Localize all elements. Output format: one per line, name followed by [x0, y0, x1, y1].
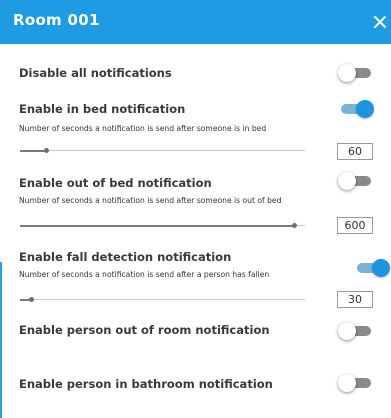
setting-label-in-bed: Enable in bed notification: [19, 102, 186, 116]
close-icon[interactable]: [373, 15, 387, 29]
slider-rail: [20, 150, 305, 151]
setting-label-out-of-bed: Enable out of bed notification: [19, 176, 212, 190]
toggle-disable-all[interactable]: [338, 64, 374, 82]
slider-fall-detection[interactable]: [20, 295, 305, 305]
slider-thumb[interactable]: [29, 297, 34, 302]
slider-thumb[interactable]: [292, 223, 297, 228]
setting-label-out-of-room: Enable person out of room notification: [19, 323, 270, 337]
toggle-out-of-room[interactable]: [338, 322, 374, 340]
setting-label-in-bathroom: Enable person in bathroom notification: [19, 377, 273, 391]
toggle-fall-detection[interactable]: [354, 259, 390, 277]
slider-fill: [20, 225, 294, 227]
left-accent-bar: [0, 262, 2, 418]
toggle-in-bathroom[interactable]: [338, 374, 374, 392]
toggle-knob: [372, 259, 390, 277]
slider-rail: [20, 299, 305, 300]
value-input-in-bed[interactable]: 60: [337, 143, 373, 160]
setting-label-fall-detection: Enable fall detection notification: [19, 250, 232, 264]
toggle-knob: [356, 100, 374, 118]
value-input-out-of-bed[interactable]: 600: [337, 217, 373, 234]
setting-description-fall-detection: Number of seconds a notification is send…: [19, 270, 270, 279]
slider-thumb[interactable]: [44, 148, 49, 153]
panel-header: Room 001: [0, 0, 391, 44]
toggle-knob: [338, 374, 356, 392]
toggle-out-of-bed[interactable]: [338, 172, 374, 190]
toggle-in-bed[interactable]: [338, 100, 374, 118]
toggle-knob: [338, 172, 356, 190]
slider-out-of-bed[interactable]: [20, 221, 305, 231]
room-settings-panel: Room 001 Disable all notifications Enabl…: [0, 0, 391, 418]
setting-description-in-bed: Number of seconds a notification is send…: [19, 124, 267, 133]
setting-description-out-of-bed: Number of seconds a notification is send…: [19, 196, 282, 205]
setting-label-disable-all: Disable all notifications: [19, 66, 172, 80]
page-title: Room 001: [13, 11, 100, 29]
slider-fill: [20, 150, 46, 152]
slider-in-bed[interactable]: [20, 146, 305, 156]
toggle-knob: [338, 322, 356, 340]
toggle-knob: [338, 64, 356, 82]
value-input-fall-detection[interactable]: 30: [337, 291, 373, 308]
